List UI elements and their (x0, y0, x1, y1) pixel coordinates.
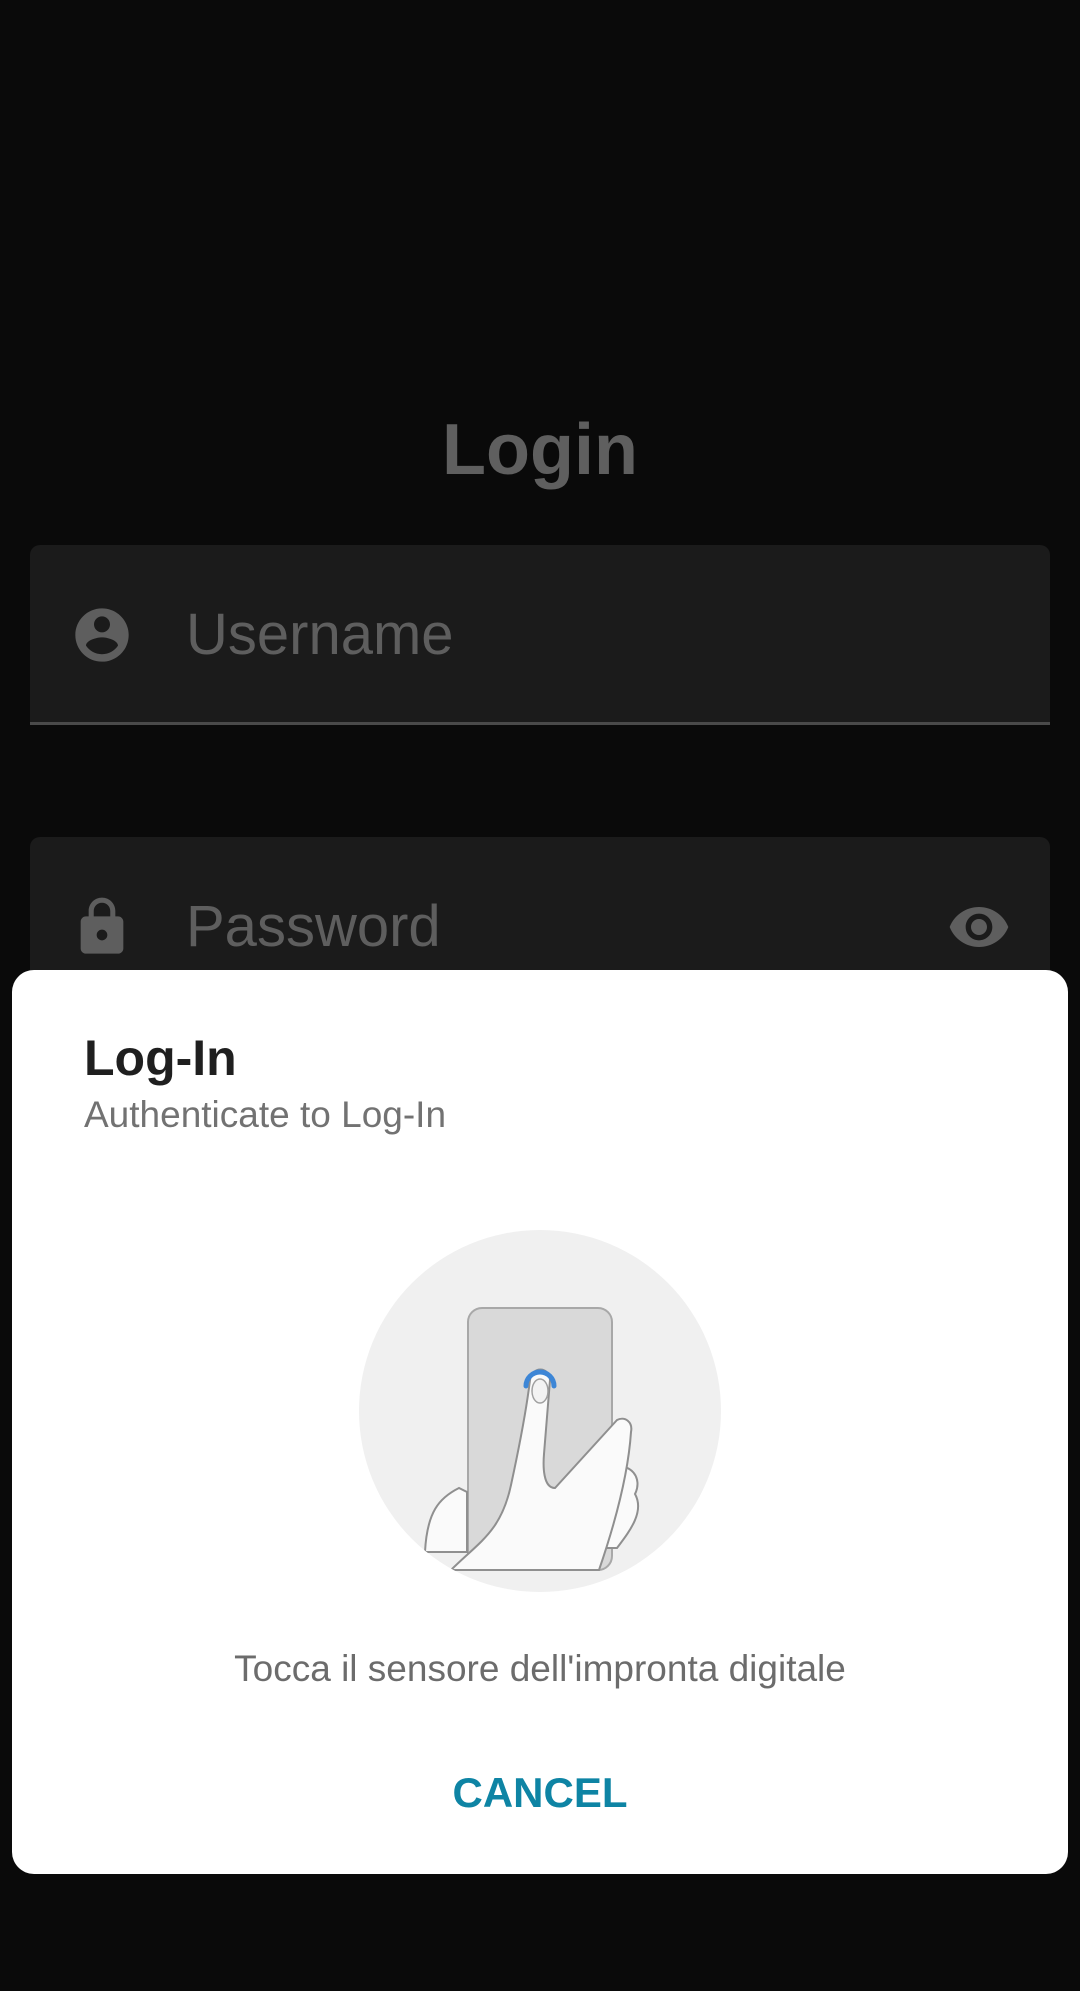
dialog-subtitle: Authenticate to Log-In (84, 1094, 447, 1135)
password-placeholder: Password (186, 894, 441, 959)
dialog-title: Log-In (84, 1030, 237, 1086)
cancel-button[interactable]: CANCEL (420, 1758, 660, 1828)
fingerprint-instruction: Tocca il sensore dell'impronta digitale (234, 1648, 846, 1689)
username-field[interactable]: Username (30, 545, 1050, 725)
login-screen: Login Username Password Log-In Authentic… (0, 0, 1080, 1991)
fingerprint-touch-illustration (359, 1230, 721, 1592)
eye-icon[interactable] (944, 895, 1014, 959)
account-circle-icon (75, 608, 129, 662)
lock-icon (80, 897, 124, 954)
page-title: Login (442, 410, 638, 490)
username-placeholder: Username (186, 602, 454, 667)
biometric-dialog: Log-In Authenticate to Log-In Tocca il s… (12, 970, 1068, 1874)
